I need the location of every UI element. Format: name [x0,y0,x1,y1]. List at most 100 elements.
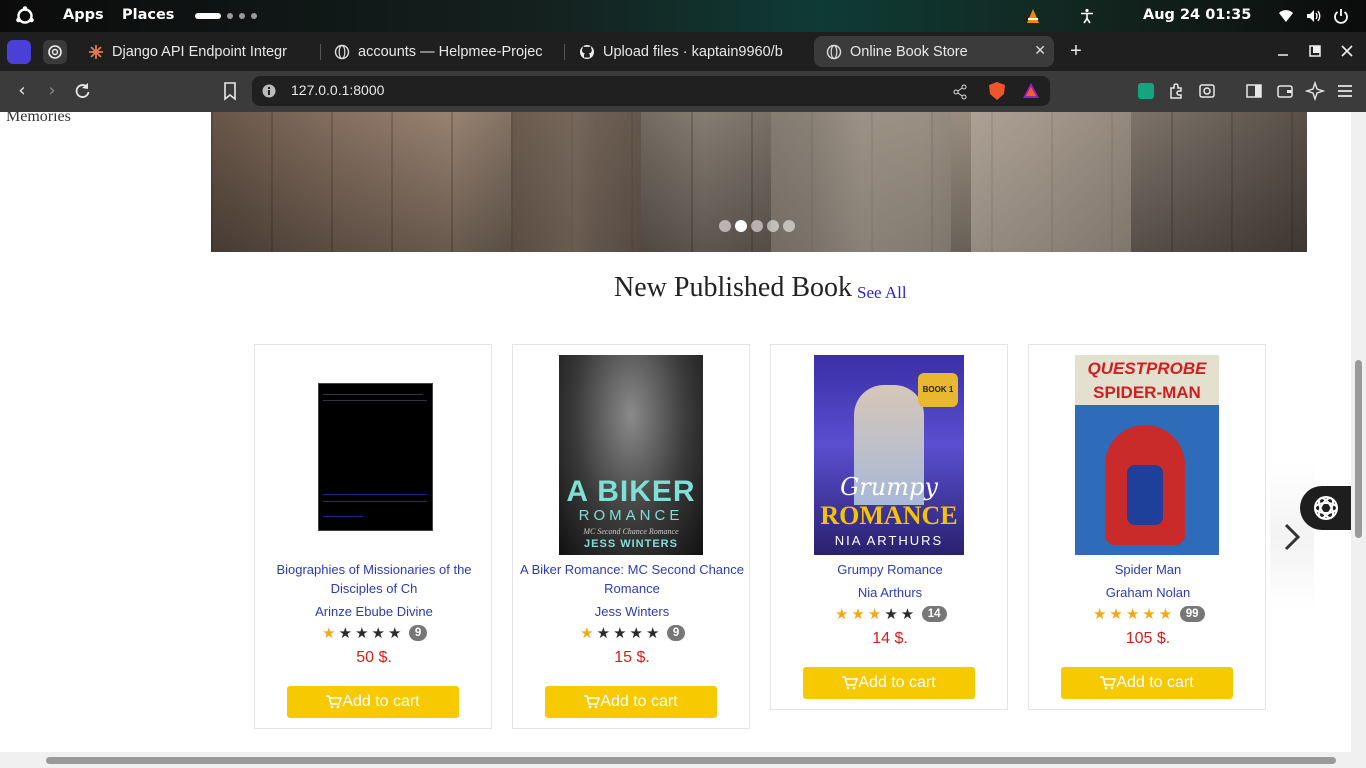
vertical-scrollbar[interactable] [1351,112,1366,752]
scrollbar-thumb[interactable] [46,757,1336,764]
tab-accounts[interactable]: accounts — Helpmee-Projec [326,36,558,67]
star-filled-icon: ★ [851,605,865,623]
book-author-link[interactable]: Graham Nolan [1029,585,1267,600]
sidebar-icon[interactable] [1244,81,1264,101]
workspace-dot[interactable] [239,13,245,19]
book-card[interactable]: Biographies of Missionaries of the Disci… [254,344,492,729]
chatgpt-pinned-icon[interactable] [43,40,67,64]
workspace-dot[interactable] [251,13,257,19]
vlc-icon[interactable] [1025,8,1041,24]
cover-subtitle: ROMANCE [578,507,684,524]
cover-author: JESS WINTERS [584,538,678,550]
bookmark-icon[interactable] [220,81,240,101]
carousel-dot[interactable] [783,220,795,232]
chatgpt-floating-button[interactable] [1300,486,1351,530]
book-author-link[interactable]: Nia Arthurs [771,585,1009,600]
carousel-dot[interactable] [751,220,763,232]
horizontal-scrollbar[interactable] [0,752,1366,768]
forward-icon[interactable]: › [42,81,62,101]
url-text[interactable]: 127.0.0.1:8000 [291,82,384,98]
workspace-dot[interactable] [227,13,233,19]
sidebar-category-link[interactable]: Memories [6,112,71,126]
book-price: 14 $. [872,630,908,647]
tab-label: accounts — Helpmee-Projec [358,43,543,60]
book-title-link[interactable]: Biographies of Missionaries of the Disci… [261,560,487,598]
browser-tab-strip: Django API Endpoint Integr accounts — He… [0,32,1366,71]
book-title-link[interactable]: Grumpy Romance [777,560,1003,579]
leo-ai-icon[interactable] [1305,81,1325,101]
scrollbar-thumb[interactable] [1355,360,1362,538]
book-cover[interactable] [318,383,433,531]
pinned-app-icon[interactable] [7,40,31,64]
book-cover[interactable]: QUESTPROBE SPIDER-MAN [1075,355,1219,555]
tab-label: Upload files · kaptain9960/b [603,43,783,60]
tab-upload-files[interactable]: Upload files · kaptain9960/b [571,36,803,67]
tab-django-api[interactable]: Django API Endpoint Integr [80,36,316,67]
clock[interactable]: Aug 24 01:35 [1143,7,1251,23]
back-icon[interactable]: ‹ [12,81,32,101]
book-card[interactable]: QUESTPROBE SPIDER-MAN Spider Man Graham … [1028,344,1266,710]
book-cover[interactable]: A BIKER ROMANCE MC Second Chance Romance… [559,355,703,555]
claude-favicon-icon [89,44,103,59]
star-empty-icon: ★ [371,624,385,642]
wallet-icon[interactable] [1275,81,1295,101]
reload-icon[interactable] [72,81,92,101]
new-tab-button[interactable]: + [1064,36,1088,67]
apps-menu[interactable]: Apps [63,7,104,23]
star-empty-icon: ★ [629,624,643,642]
cover-subtitle: SPIDER-MAN [1093,383,1201,402]
review-count-badge: 9 [408,625,428,641]
book-title-link[interactable]: Spider Man [1035,560,1261,579]
star-filled-icon: ★ [322,624,336,642]
brave-rewards-icon[interactable] [1022,82,1040,100]
add-to-cart-button[interactable]: Add to cart [1061,667,1233,699]
book-card[interactable]: A BIKER ROMANCE MC Second Chance Romance… [512,344,750,729]
close-tab-icon[interactable]: ✕ [1034,42,1046,59]
close-window-icon[interactable] [1340,44,1354,58]
add-to-cart-button[interactable]: Add to cart [287,686,459,718]
address-bar[interactable]: 127.0.0.1:8000 [252,76,1050,106]
star-empty-icon: ★ [900,605,915,623]
ubuntu-logo-icon[interactable] [15,6,35,26]
review-count-badge: 99 [1179,606,1205,622]
extensions-icon[interactable] [1167,81,1187,101]
brave-shield-icon[interactable] [987,81,1007,101]
carousel-dot[interactable] [767,220,779,232]
share-icon[interactable] [952,84,968,100]
carousel-next-button[interactable] [1270,462,1314,612]
tab-divider [320,44,321,60]
add-to-cart-button[interactable]: Add to cart [803,667,975,699]
screenshot-icon[interactable] [1197,81,1217,101]
extension-chatgpt-icon[interactable] [1138,83,1154,99]
volume-icon[interactable] [1305,8,1321,24]
review-count-badge: 14 [921,606,947,622]
minimize-icon[interactable] [1276,44,1290,58]
accessibility-icon[interactable] [1079,8,1095,24]
book-author-link[interactable]: Jess Winters [513,604,751,619]
hero-carousel[interactable] [211,112,1307,252]
site-info-icon[interactable] [262,84,276,98]
carousel-dot-active[interactable] [735,220,747,232]
globe-icon [826,44,842,59]
book-card[interactable]: BOOK 1 Grumpy ROMANCE NIA ARTHURS Grumpy… [770,344,1008,710]
add-to-cart-button[interactable]: Add to cart [545,686,717,718]
star-filled-icon: ★ [1158,605,1173,623]
places-menu[interactable]: Places [122,7,174,23]
book-title-link[interactable]: A Biker Romance: MC Second Chance Romanc… [519,560,745,598]
wifi-icon[interactable] [1278,8,1294,24]
star-filled-icon: ★ [867,605,882,623]
menu-icon[interactable] [1335,81,1355,101]
hero-image [511,112,641,252]
see-all-link[interactable]: See All [857,283,907,303]
tab-online-book-store[interactable]: Online Book Store ✕ [814,36,1054,67]
tab-label: Django API Endpoint Integr [112,43,287,60]
cover-title: QUESTPROBE [1087,359,1207,378]
cover-badge: BOOK 1 [918,373,958,407]
workspace-active[interactable] [195,13,221,19]
power-icon[interactable] [1333,8,1349,24]
book-author-link[interactable]: Arinze Ebube Divine [255,604,493,619]
book-rating: ★ ★ ★ ★ ★ 99 [1029,605,1267,623]
carousel-dot[interactable] [719,220,731,232]
maximize-icon[interactable] [1308,44,1322,58]
book-cover[interactable]: BOOK 1 Grumpy ROMANCE NIA ARTHURS [814,355,964,555]
